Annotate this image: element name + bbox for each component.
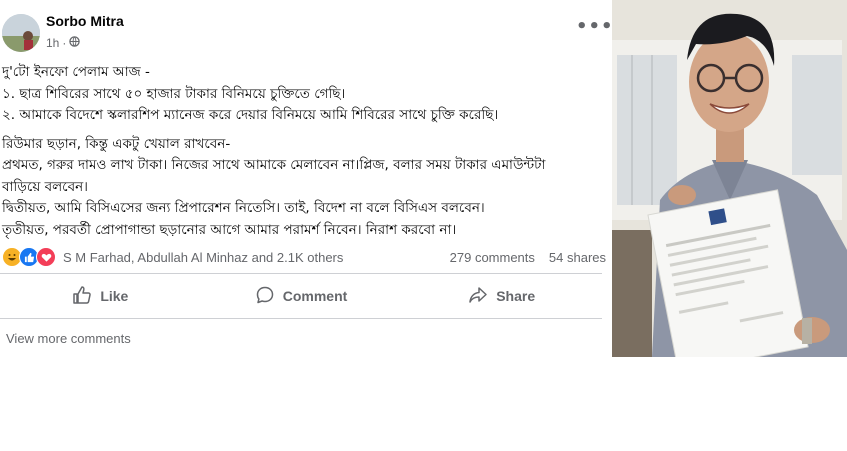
photo-illustration xyxy=(612,0,847,357)
divider-top xyxy=(0,273,602,274)
comment-label: Comment xyxy=(282,288,348,304)
author-avatar[interactable] xyxy=(2,14,40,52)
post-line: দু'টো ইনফো পেলাম আজ - xyxy=(2,64,150,80)
post-line: বাড়িয়ে বলবেন। xyxy=(2,178,88,195)
post-line: দ্বিতীয়ত, আমি বিসিএসের জন্য প্রিপারেশন … xyxy=(2,200,485,216)
share-arrow-icon xyxy=(468,285,488,308)
post-meta: 1h · xyxy=(46,36,81,50)
shares-count[interactable]: 54 shares xyxy=(549,250,606,265)
post-actions: Like Comment Share xyxy=(0,276,602,316)
more-dots-icon[interactable]: ••• xyxy=(576,18,614,36)
post-line: ১. ছাত্র শিবিরের সাথে ৫০ হাজার টাকার বিন… xyxy=(2,85,346,102)
author-name[interactable]: Sorbo Mitra xyxy=(46,13,124,29)
post-line: ২. আমাকে বিদেশে স্কলারশিপ ম্যানেজ করে দে… xyxy=(2,107,499,123)
reaction-names[interactable]: S M Farhad, Abdullah Al Minhaz and 2.1K … xyxy=(63,250,343,265)
comment-bubble-icon xyxy=(255,285,275,308)
globe-icon xyxy=(69,36,81,50)
facebook-post: Sorbo Mitra 1h · ••• দু'টো ইনফো পেলাম আজ… xyxy=(0,0,614,360)
attached-photo[interactable] xyxy=(612,0,847,357)
reaction-icons[interactable] xyxy=(2,247,56,267)
post-line: রিউমার ছড়ান, কিন্তু একটু খেয়াল রাখবেন- xyxy=(2,135,231,152)
post-line: প্রথমত, গরুর দামও লাখ টাকা। নিজের সাথে আ… xyxy=(2,157,546,173)
view-more-comments-link[interactable]: View more comments xyxy=(6,331,131,346)
post-time[interactable]: 1h xyxy=(46,36,59,50)
reactions-bar: S M Farhad, Abdullah Al Minhaz and 2.1K … xyxy=(2,246,606,268)
like-label: Like xyxy=(100,288,129,304)
engagement-counts: 279 comments 54 shares xyxy=(450,250,606,265)
meta-separator: · xyxy=(62,36,67,50)
divider-bottom xyxy=(0,318,602,319)
post-body: দু'টো ইনফো পেলাম আজ - ১. ছাত্র শিবিরের স… xyxy=(2,62,608,241)
love-icon xyxy=(36,247,56,267)
comments-count[interactable]: 279 comments xyxy=(450,250,535,265)
like-button[interactable]: Like xyxy=(0,276,201,316)
share-button[interactable]: Share xyxy=(401,276,602,316)
post-line: তৃতীয়ত, পরবর্তী প্রোপাগান্ডা ছড়ানোর আগ… xyxy=(2,221,457,238)
share-label: Share xyxy=(496,288,536,304)
comment-button[interactable]: Comment xyxy=(201,276,402,316)
thumbs-up-icon xyxy=(72,285,92,308)
